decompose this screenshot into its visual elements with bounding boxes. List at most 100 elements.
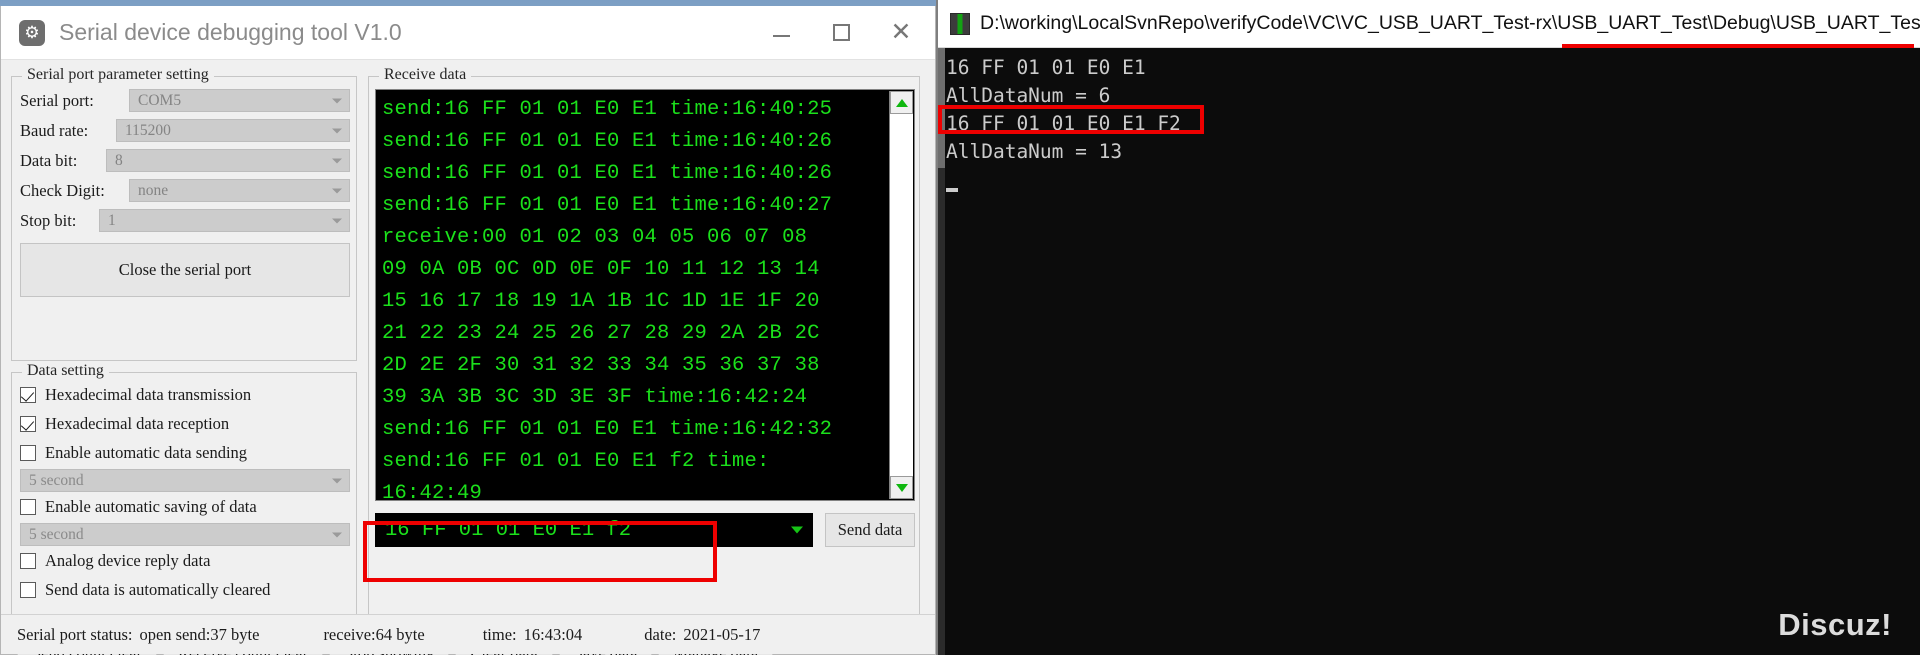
receive-data-console[interactable]: send:16 FF 01 01 E0 E1 time:16:40:25 send…	[375, 89, 915, 501]
receive-line: send:16 FF 01 01 E0 E1 time:16:42:32	[382, 418, 833, 441]
receive-data-lines: send:16 FF 01 01 E0 E1 time:16:40:25 send…	[376, 90, 914, 501]
data-bit-select[interactable]: 8	[106, 149, 350, 172]
serial-window-titlebar: ⚙ Serial device debugging tool V1.0 ✕	[1, 6, 935, 60]
chevron-down-icon	[332, 128, 342, 133]
chevron-down-icon	[332, 218, 342, 223]
checkbox-hex-transmission[interactable]: Hexadecimal data transmission	[20, 385, 251, 405]
checkbox-hex-reception[interactable]: Hexadecimal data reception	[20, 414, 229, 434]
receive-line: receive:00 01 02 03 04 05 06 07 08	[382, 226, 808, 249]
console-line: AllDataNum = 6	[946, 84, 1111, 107]
checkbox-label: Send data is automatically cleared	[45, 580, 271, 599]
console-output-area[interactable]: 16 FF 01 01 E0 E1 AllDataNum = 6 16 FF 01 …	[938, 48, 1920, 655]
checkbox-box-icon	[20, 387, 36, 403]
checkbox-auto-sending[interactable]: Enable automatic data sending	[20, 443, 247, 463]
status-date-value: 2021-05-17	[683, 624, 761, 644]
stop-bit-select[interactable]: 1	[99, 209, 350, 232]
receive-line: 09 0A 0B 0C 0D 0E 0F 10 11 12 13 14	[382, 258, 820, 281]
send-data-bar: 16 FF 01 01 E0 E1 f2 Send data	[375, 511, 915, 549]
chevron-down-icon[interactable]	[791, 526, 803, 534]
status-date-label: date:	[644, 624, 677, 644]
receive-data-group: Receive data send:16 FF 01 01 E0 E1 time…	[368, 66, 920, 632]
screen-root: ⚙ Serial device debugging tool V1.0 ✕ Se…	[0, 0, 1920, 655]
console-cursor	[946, 188, 958, 192]
send-byte-count: send:37 byte	[175, 624, 260, 644]
receive-line: send:16 FF 01 01 E0 E1 time:16:40:27	[382, 194, 833, 217]
status-bar: Serial port status: open send:37 byte re…	[1, 614, 935, 654]
gear-icon: ⚙	[19, 19, 45, 46]
console-icon	[950, 12, 970, 35]
console-window: D:\working\LocalSvnRepo\verifyCode\VC\VC…	[936, 0, 1920, 655]
chevron-down-icon	[332, 158, 342, 163]
checkbox-label: Hexadecimal data transmission	[45, 385, 252, 404]
scrollbar-track[interactable]	[890, 114, 913, 476]
checkbox-auto-clear-send[interactable]: Send data is automatically cleared	[20, 580, 270, 600]
serial-tool-window: ⚙ Serial device debugging tool V1.0 ✕ Se…	[0, 6, 936, 655]
checkbox-box-icon	[20, 553, 36, 569]
maximize-button[interactable]	[811, 6, 871, 59]
checkbox-label: Analog device reply data	[45, 551, 211, 570]
checkbox-auto-saving[interactable]: Enable automatic saving of data	[20, 497, 257, 517]
discuz-watermark: Discuz!	[1778, 607, 1892, 642]
baud-rate-row: Baud rate:	[20, 121, 88, 141]
check-digit-value: none	[138, 181, 169, 199]
chevron-down-icon	[332, 98, 342, 103]
serial-param-group: Serial port parameter setting Serial por…	[11, 66, 357, 361]
status-label: Serial port status:	[17, 624, 133, 644]
check-digit-select[interactable]: none	[129, 179, 350, 202]
data-setting-group: Data setting Hexadecimal data transmissi…	[11, 362, 357, 636]
auto-send-interval-select[interactable]: 5 second	[20, 469, 350, 492]
checkbox-analog-reply[interactable]: Analog device reply data	[20, 551, 210, 571]
checkbox-box-icon	[20, 582, 36, 598]
console-line: AllDataNum = 13	[946, 140, 1123, 163]
stop-bit-row: Stop bit:	[20, 211, 76, 231]
auto-save-interval-value: 5 second	[29, 525, 84, 543]
scroll-down-button[interactable]	[890, 476, 913, 499]
receive-byte-count: receive:64 byte	[323, 624, 425, 644]
console-title-path: D:\working\LocalSvnRepo\verifyCode\VC\VC…	[980, 12, 1920, 34]
data-bit-value: 8	[115, 151, 123, 169]
serial-window-body: Serial port parameter setting Serial por…	[1, 60, 935, 655]
receive-line: 21 22 23 24 25 26 27 28 29 2A 2B 2C	[382, 322, 820, 345]
receive-line: 2D 2E 2F 30 31 32 33 34 35 36 37 38	[382, 354, 820, 377]
status-time-label: time:	[482, 624, 517, 644]
baud-rate-value: 115200	[125, 121, 171, 139]
send-data-button[interactable]: Send data	[825, 513, 915, 547]
checkbox-box-icon	[20, 416, 36, 432]
data-setting-legend: Data setting	[22, 362, 109, 380]
receive-data-legend: Receive data	[379, 66, 472, 84]
console-titlebar: D:\working\LocalSvnRepo\verifyCode\VC\VC…	[938, 0, 1920, 48]
checkbox-label: Enable automatic data sending	[45, 443, 248, 462]
triangle-down-icon	[895, 483, 908, 492]
auto-save-interval-select[interactable]: 5 second	[20, 523, 350, 546]
serial-port-select[interactable]: COM5	[129, 89, 350, 112]
stop-bit-value: 1	[108, 211, 116, 229]
checkbox-label: Hexadecimal data reception	[45, 414, 230, 433]
receive-scrollbar[interactable]	[889, 91, 913, 499]
stop-bit-label: Stop bit:	[20, 211, 77, 230]
close-button[interactable]: ✕	[871, 6, 931, 59]
receive-line: send:16 FF 01 01 E0 E1 time:16:40:26	[382, 162, 833, 185]
serial-param-legend: Serial port parameter setting	[22, 66, 214, 84]
chevron-down-icon	[332, 532, 342, 537]
window-controls: ✕	[751, 6, 931, 59]
minimize-button[interactable]	[751, 6, 811, 59]
send-data-input[interactable]: 16 FF 01 01 E0 E1 f2	[375, 513, 813, 547]
serial-port-value: COM5	[138, 91, 182, 109]
receive-line: send:16 FF 01 01 E0 E1 time:16:40:25	[382, 98, 833, 121]
check-digit-label: Check Digit:	[20, 181, 105, 200]
serial-port-label: Serial port:	[20, 91, 94, 110]
baud-rate-select[interactable]: 115200	[116, 119, 350, 142]
receive-line: 15 16 17 18 19 1A 1B 1C 1D 1E 1F 20	[382, 290, 820, 313]
scrollbar-thumb[interactable]	[938, 48, 945, 168]
status-time-value: 16:43:04	[523, 624, 583, 644]
serial-port-row: Serial port:	[20, 91, 94, 111]
receive-line: 39 3A 3B 3C 3D 3E 3F time:16:42:24	[382, 386, 808, 409]
console-scrollbar[interactable]	[938, 48, 945, 655]
auto-send-interval-value: 5 second	[29, 471, 84, 489]
checkbox-box-icon	[20, 445, 36, 461]
receive-line: 16:42:49	[382, 482, 483, 501]
status-value: open	[139, 624, 172, 644]
scroll-up-button[interactable]	[890, 91, 913, 114]
console-line: 16 FF 01 01 E0 E1 F2	[946, 112, 1181, 135]
close-serial-port-button[interactable]: Close the serial port	[20, 243, 350, 297]
